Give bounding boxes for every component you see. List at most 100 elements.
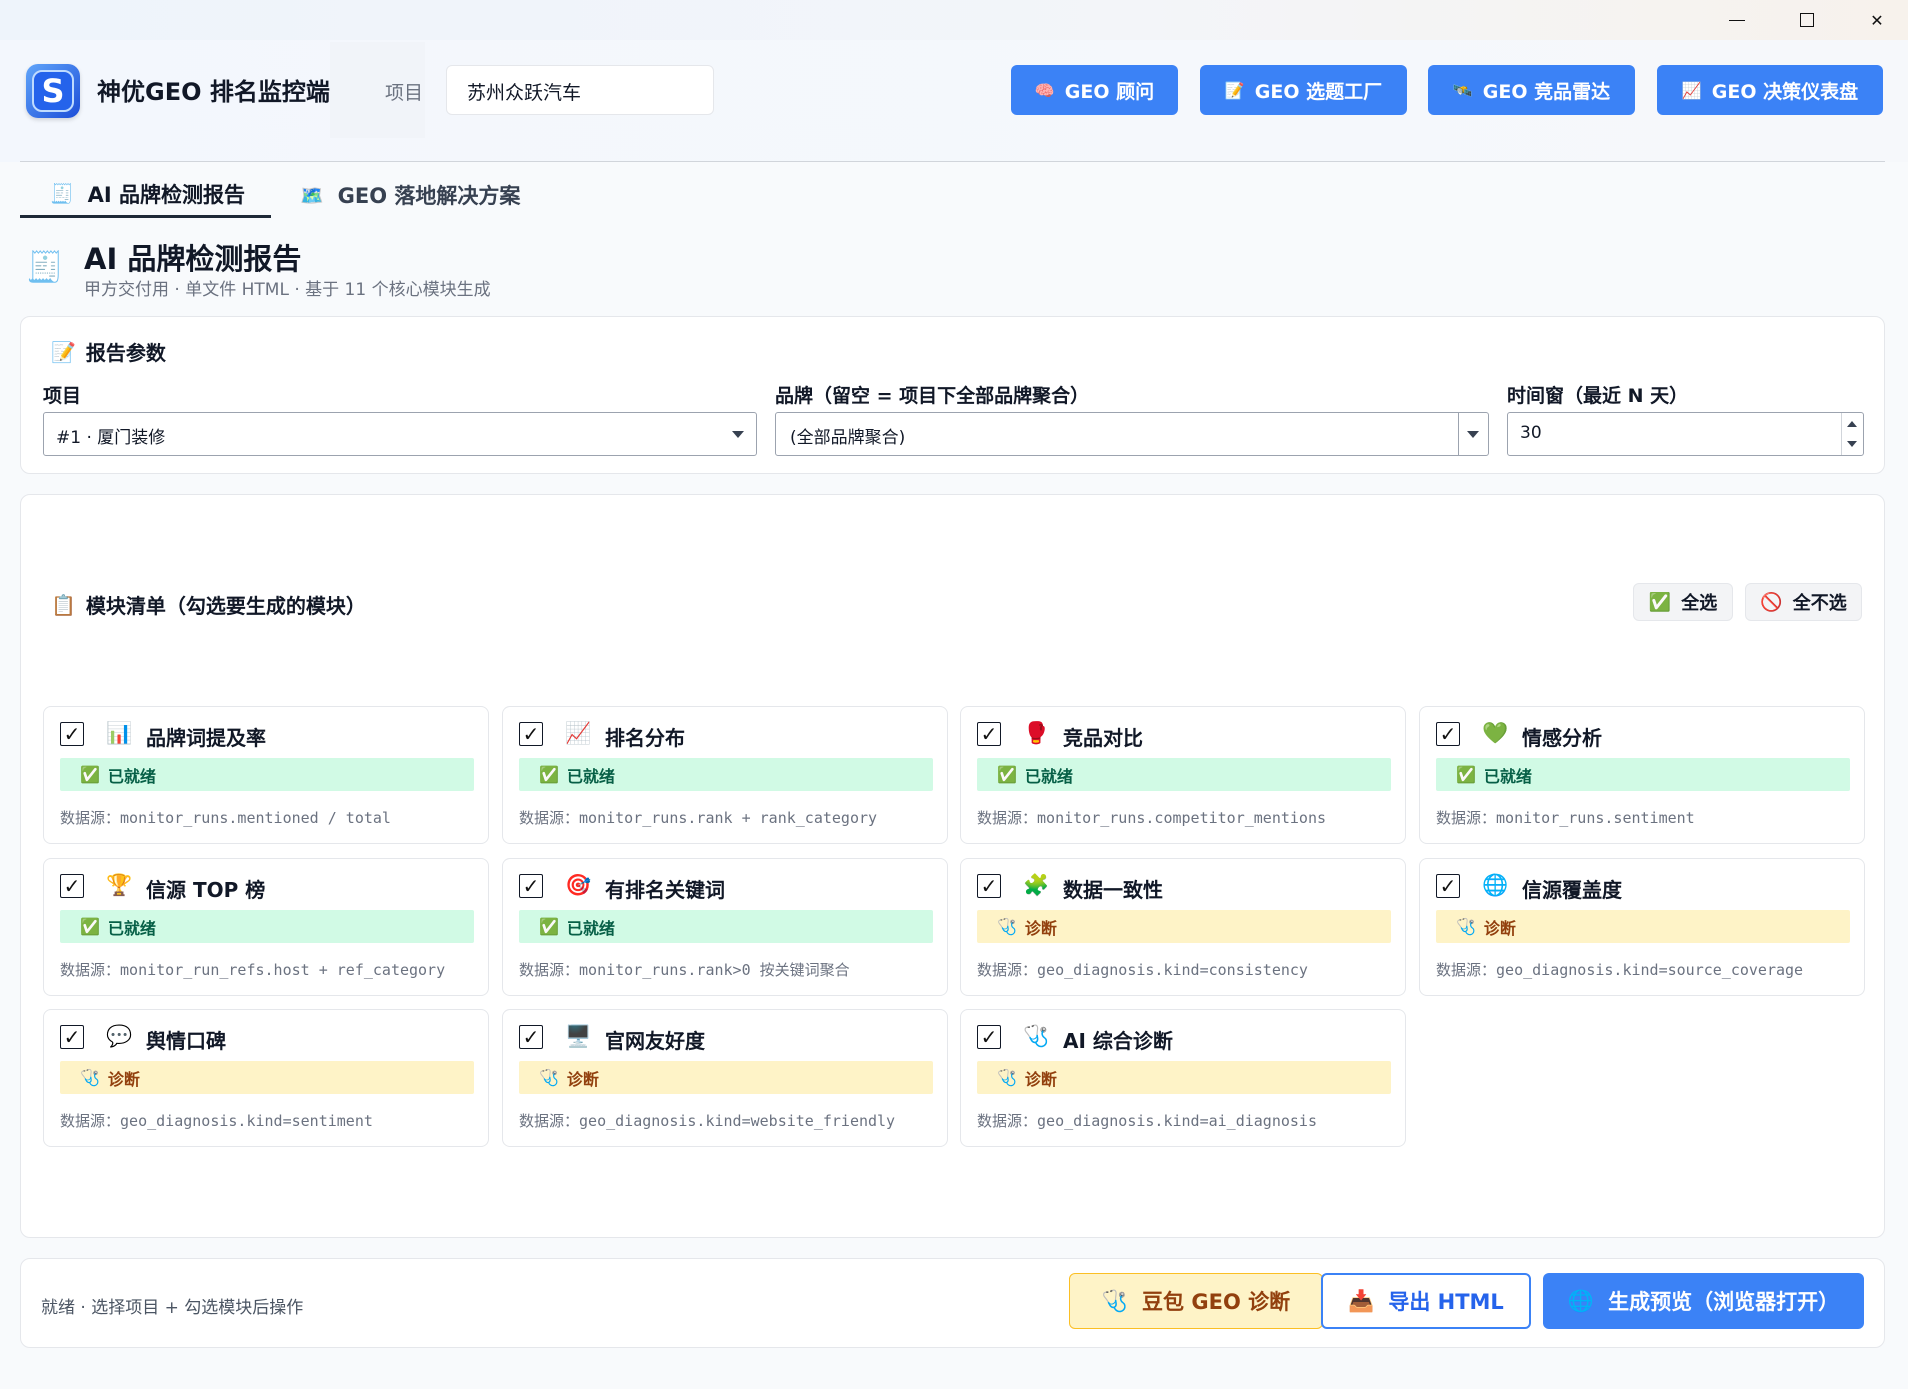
spin-buttons[interactable] — [1841, 413, 1863, 455]
module-checkbox[interactable]: ✓ — [60, 1025, 84, 1049]
brand-select-value: (全部品牌聚合) — [790, 428, 906, 448]
module-status-badge: ✅ 已就绪 — [519, 910, 933, 943]
module-checkbox[interactable]: ✓ — [519, 722, 543, 746]
geo-topic-factory-button[interactable]: 📝 GEO 选题工厂 — [1200, 65, 1407, 115]
source-value: geo_diagnosis.kind=source_coverage — [1496, 961, 1804, 979]
report-icon: 🧾 — [26, 250, 64, 285]
module-status-badge: ✅ 已就绪 — [519, 758, 933, 791]
module-source: 数据源：monitor_runs.rank + rank_category — [519, 807, 877, 828]
module-card[interactable]: ✓ 📊 品牌词提及率 ✅ 已就绪 数据源：monitor_runs.mentioned /… — [43, 706, 489, 844]
module-checkbox[interactable]: ✓ — [977, 722, 1001, 746]
module-status-badge: ✅ 已就绪 — [1436, 758, 1850, 791]
module-name: 竞品对比 — [1063, 726, 1143, 750]
module-card[interactable]: ✓ 🎯 有排名关键词 ✅ 已就绪 数据源：monitor_runs.rank>0 按关键词… — [502, 858, 948, 996]
close-button[interactable]: ✕ — [1852, 4, 1902, 36]
module-card[interactable]: ✓ 🖥️ 官网友好度 🩺 诊断 数据源：geo_diagnosis.kind=websit… — [502, 1009, 948, 1147]
select-all-label: 全选 — [1681, 593, 1718, 614]
page-title: AI 品牌检测报告 — [84, 242, 302, 276]
modules-card: 📋 模块清单（勾选要生成的模块） ✅ 全选 🚫 全不选 ✓ 📊 品牌词提及率 ✅ 已就绪… — [20, 494, 1885, 1238]
geo-competitor-radar-button[interactable]: 🛰️ GEO 竞品雷达 — [1428, 65, 1635, 115]
module-icon: 💚 — [1482, 721, 1509, 745]
doubao-diagnosis-button[interactable]: 🩺 豆包 GEO 诊断 — [1069, 1273, 1323, 1329]
module-status-badge: ✅ 已就绪 — [977, 758, 1391, 791]
project-input[interactable]: 苏州众跃汽车 — [446, 65, 714, 115]
module-icon: 💬 — [106, 1024, 133, 1048]
module-icon: 🥊 — [1023, 721, 1050, 745]
module-name: 品牌词提及率 — [146, 726, 266, 750]
project-field-label: 项目 — [43, 385, 82, 407]
module-status-label: 已就绪 — [107, 918, 156, 938]
project-select-value: #1 · 厦门装修 — [56, 428, 166, 448]
window-days-input[interactable]: 30 — [1507, 412, 1864, 456]
brain-icon: 🧠 — [1034, 80, 1055, 100]
module-checkbox[interactable]: ✓ — [519, 1025, 543, 1049]
map-icon: 🗺️ — [300, 184, 324, 207]
module-card[interactable]: ✓ 💬 舆情口碑 🩺 诊断 数据源：geo_diagnosis.kind=sentimen… — [43, 1009, 489, 1147]
spin-down-icon[interactable] — [1847, 441, 1857, 447]
module-icon: 🏆 — [106, 873, 133, 897]
brand-dropdown-toggle[interactable] — [1458, 413, 1488, 455]
module-checkbox[interactable]: ✓ — [1436, 874, 1460, 898]
source-value: geo_diagnosis.kind=website_friendly — [579, 1112, 896, 1130]
module-card[interactable]: ✓ 🥊 竞品对比 ✅ 已就绪 数据源：monitor_runs.competitor_me… — [960, 706, 1406, 844]
module-source: 数据源：geo_diagnosis.kind=ai_diagnosis — [977, 1110, 1317, 1131]
module-name: 官网友好度 — [605, 1029, 705, 1053]
minimize-button[interactable] — [1712, 4, 1762, 36]
module-name: AI 综合诊断 — [1063, 1029, 1173, 1053]
module-source: 数据源：geo_diagnosis.kind=source_coverage — [1436, 959, 1803, 980]
module-source: 数据源：geo_diagnosis.kind=sentiment — [60, 1110, 373, 1131]
source-prefix: 数据源： — [977, 1112, 1038, 1130]
report-params-card: 📝 报告参数 项目 品牌（留空 = 项目下全部品牌聚合） 时间窗（最近 N 天）… — [20, 316, 1885, 474]
generate-preview-button[interactable]: 🌐 生成预览（浏览器打开） — [1543, 1273, 1864, 1329]
module-card[interactable]: ✓ 🌐 信源覆盖度 🩺 诊断 数据源：geo_diagnosis.kind=source_… — [1419, 858, 1865, 996]
module-source: 数据源：monitor_run_refs.host + ref_category — [60, 959, 445, 980]
spin-up-icon[interactable] — [1847, 421, 1857, 427]
stethoscope-icon: 🩺 — [539, 1068, 559, 1087]
check-icon: ✅ — [539, 765, 559, 784]
brand-field-label: 品牌（留空 = 项目下全部品牌聚合） — [775, 385, 1090, 407]
module-status-badge: 🩺 诊断 — [60, 1061, 474, 1094]
source-value: monitor_runs.sentiment — [1496, 809, 1695, 827]
tab-geo-solution[interactable]: 🗺️ GEO 落地解决方案 — [300, 172, 520, 218]
maximize-button[interactable] — [1782, 4, 1832, 36]
page-subtitle: 甲方交付用 · 单文件 HTML · 基于 11 个核心模块生成 — [84, 280, 491, 300]
module-status-badge: 🩺 诊断 — [977, 1061, 1391, 1094]
module-card[interactable]: ✓ 💚 情感分析 ✅ 已就绪 数据源：monitor_runs.sentiment — [1419, 706, 1865, 844]
select-all-button[interactable]: ✅ 全选 — [1633, 583, 1733, 621]
export-html-button[interactable]: 📥 导出 HTML — [1321, 1273, 1531, 1329]
module-card[interactable]: ✓ 📈 排名分布 ✅ 已就绪 数据源：monitor_runs.rank + rank_c… — [502, 706, 948, 844]
module-status-label: 已就绪 — [107, 766, 156, 786]
module-status-badge: ✅ 已就绪 — [60, 758, 474, 791]
module-name: 信源 TOP 榜 — [146, 878, 266, 902]
geo-dashboard-label: GEO 决策仪表盘 — [1711, 80, 1859, 103]
module-card[interactable]: ✓ 🩺 AI 综合诊断 🩺 诊断数据源：geo_diagnosis.kind=ai_di… — [960, 1009, 1406, 1147]
source-prefix: 数据源： — [519, 961, 580, 979]
header-divider — [20, 161, 1885, 162]
check-icon: ✅ — [1456, 765, 1476, 784]
module-icon: 🌐 — [1482, 873, 1509, 897]
stethoscope-icon: 🩺 — [997, 1068, 1017, 1087]
stethoscope-icon: 🩺 — [1101, 1288, 1129, 1313]
module-checkbox[interactable]: ✓ — [60, 874, 84, 898]
module-checkbox[interactable]: ✓ — [1436, 722, 1460, 746]
geo-advisor-button[interactable]: 🧠 GEO 顾问 — [1011, 65, 1178, 115]
module-checkbox[interactable]: ✓ — [519, 874, 543, 898]
module-status-badge: 🩺 诊断 — [519, 1061, 933, 1094]
module-card[interactable]: ✓ 🧩 数据一致性 🩺 诊断 数据源：geo_diagnosis.kind=consist… — [960, 858, 1406, 996]
module-checkbox[interactable]: ✓ — [60, 722, 84, 746]
geo-dashboard-button[interactable]: 📈 GEO 决策仪表盘 — [1657, 65, 1883, 115]
tab-geo-solution-label: GEO 落地解决方案 — [337, 184, 521, 208]
status-text: 就绪 · 选择项目 + 勾选模块后操作 — [41, 1298, 304, 1318]
logo-icon: S — [32, 70, 74, 112]
tab-brand-report[interactable]: 🧾 AI 品牌检测报告 — [20, 172, 271, 218]
module-card[interactable]: ✓ 🏆 信源 TOP 榜 ✅ 已就绪 数据源：monitor_run_refs.host … — [43, 858, 489, 996]
check-icon: ✅ — [80, 765, 100, 784]
brand-select[interactable]: (全部品牌聚合) — [775, 412, 1489, 456]
source-value: geo_diagnosis.kind=ai_diagnosis — [1037, 1112, 1317, 1130]
module-name: 信源覆盖度 — [1522, 878, 1622, 902]
source-value: monitor_runs.rank>0 按关键词聚合 — [579, 961, 850, 979]
project-select[interactable]: #1 · 厦门装修 — [43, 412, 757, 456]
module-checkbox[interactable]: ✓ — [977, 1025, 1001, 1049]
module-checkbox[interactable]: ✓ — [977, 874, 1001, 898]
select-none-button[interactable]: 🚫 全不选 — [1745, 583, 1862, 621]
